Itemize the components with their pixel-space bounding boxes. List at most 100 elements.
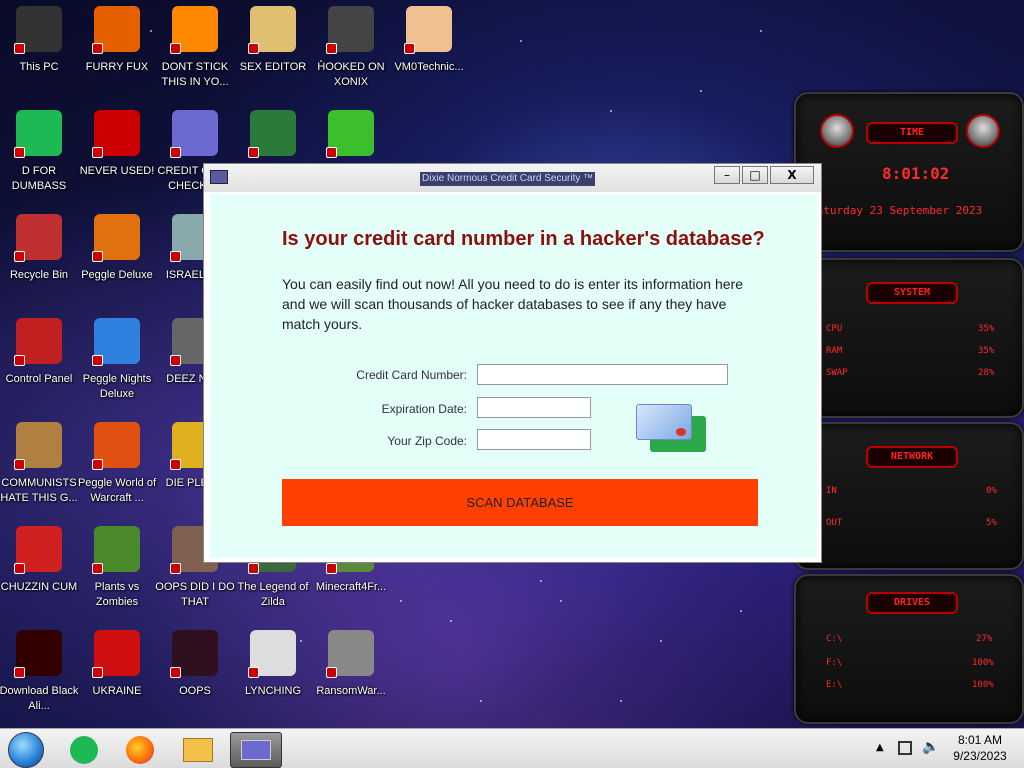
desktop-icon[interactable]: HOOKED ON XONIX [312, 6, 390, 106]
desktop-icon-label: Plants vs Zombies [94, 581, 140, 608]
desktop-icon[interactable]: Peggle World of Warcraft ... [78, 422, 156, 522]
shortcut-arrow-icon [170, 43, 181, 54]
taskbar-file-explorer[interactable] [172, 732, 224, 768]
card-number-input[interactable] [477, 364, 728, 385]
system-widget: SYSTEM CPU 35% RAM 35% SWAP 28% [794, 258, 1024, 418]
expiration-date-input[interactable] [477, 397, 591, 418]
dialog-title: Dixie Normous Credit Card Security ™ [420, 172, 596, 186]
show-hidden-icons-icon[interactable]: ▲ [876, 742, 884, 753]
xonix-game-icon [326, 6, 374, 54]
chuzzle-icon [14, 526, 62, 574]
cpu-label: CPU [826, 324, 843, 334]
desktop-icon-label: OOPS [179, 685, 211, 697]
dialog-heading: Is your credit card number in a hacker's… [282, 228, 765, 250]
d-app-icon [14, 110, 62, 158]
desktop-icon[interactable]: RansomWar... [312, 630, 390, 730]
desktop-icon[interactable]: Peggle Nights Deluxe [78, 318, 156, 418]
firefox-icon [92, 6, 140, 54]
shortcut-arrow-icon [14, 355, 25, 366]
desktop-icon[interactable]: DONT STICK THIS IN YO... [156, 6, 234, 106]
desktop-icon[interactable]: Recycle Bin [0, 214, 78, 314]
taskbar-clock-date[interactable]: 9/23/2023 [948, 749, 1012, 763]
time-widget-title: TIME [866, 122, 958, 144]
peggle-icon [92, 214, 140, 262]
shortcut-arrow-icon [14, 147, 25, 158]
desktop-icon[interactable]: Peggle Deluxe [78, 214, 156, 314]
net-in-value: 0% [986, 486, 997, 496]
volume-icon[interactable]: 🔈 [922, 739, 939, 755]
credit-card-icon [241, 740, 271, 760]
desktop-icon[interactable]: COMMUNISTS HATE THIS G... [0, 422, 78, 522]
desktop-icon-label: Control Panel [5, 373, 73, 385]
desktop-icon-label: RansomWar... [316, 685, 386, 697]
shortcut-arrow-icon [14, 251, 25, 262]
black-alien-icon [14, 630, 62, 678]
desktop-icon[interactable]: UKRAINE [78, 630, 156, 730]
desktop-icon[interactable]: D FOR DUMBASS [0, 110, 78, 210]
ram-label: RAM [826, 346, 843, 356]
drive-c-value: 27% [976, 634, 993, 644]
star [740, 610, 742, 612]
shortcut-arrow-icon [92, 43, 103, 54]
pc-icon [14, 6, 62, 54]
desktop-icon-label: Minecraft4Fr... [315, 581, 387, 593]
date-readout: Saturday 23 September 2023 [810, 204, 983, 217]
desktop-icon-label: Peggle Nights Deluxe [82, 373, 152, 400]
shortcut-arrow-icon [326, 667, 337, 678]
alien-head-icon [966, 114, 1000, 148]
desktop-icon-label: Peggle World of Warcraft ... [77, 477, 157, 504]
close-button[interactable]: X [770, 166, 814, 184]
doctor-icon [404, 6, 452, 54]
desktop-icon[interactable]: CHUZZIN CUM [0, 526, 78, 626]
skull-icon [326, 630, 374, 678]
system-widget-title: SYSTEM [866, 282, 958, 304]
dialog-content: Is your credit card number in a hacker's… [210, 194, 817, 558]
minimize-button[interactable]: – [714, 166, 740, 184]
shortcut-arrow-icon [92, 563, 103, 574]
swap-value: 28% [978, 368, 995, 378]
expiration-date-label: Expiration Date: [381, 402, 467, 416]
star [400, 600, 402, 602]
credit-card-icon [170, 110, 218, 158]
noose-icon [248, 630, 296, 678]
shortcut-arrow-icon [248, 43, 259, 54]
drive-f-value: 100% [972, 658, 994, 668]
taskbar-firefox[interactable] [114, 732, 166, 768]
shortcut-arrow-icon [404, 43, 415, 54]
desktop-icon[interactable]: SEX EDITOR [234, 6, 312, 106]
desktop-icon[interactable]: This PC [0, 6, 78, 106]
hxd-editor-icon [248, 6, 296, 54]
desktop-icon-label: VM0Technic... [394, 61, 464, 73]
santa-icon [248, 110, 296, 158]
shortcut-arrow-icon [326, 563, 337, 574]
star [540, 580, 542, 582]
zip-code-input[interactable] [477, 429, 591, 450]
shortcut-arrow-icon [14, 563, 25, 574]
taskbar-d-app[interactable] [58, 732, 110, 768]
desktop-icon[interactable]: FURRY FUX [78, 6, 156, 106]
network-icon[interactable] [898, 741, 912, 755]
scan-database-button[interactable]: SCAN DATABASE [282, 479, 758, 526]
shortcut-arrow-icon [248, 563, 259, 574]
desktop-icon[interactable]: Control Panel [0, 318, 78, 418]
taskbar-clock-time[interactable]: 8:01 AM [948, 733, 1012, 747]
desktop-icon[interactable]: LYNCHING [234, 630, 312, 730]
desktop-icon-label: SEX EDITOR [239, 61, 307, 73]
start-button[interactable] [8, 732, 44, 768]
desktop-icon[interactable]: Plants vs Zombies [78, 526, 156, 626]
maximize-button[interactable]: □ [742, 166, 768, 184]
peggle-wow-icon [92, 422, 140, 470]
desktop-icon[interactable]: NEVER USED! [78, 110, 156, 210]
net-in-label: IN [826, 486, 837, 496]
dialog-titlebar[interactable]: Dixie Normous Credit Card Security ™ – □… [204, 164, 821, 192]
desktop-icon[interactable]: VM0Technic... [390, 6, 468, 106]
desktop-icon[interactable]: OOPS [156, 630, 234, 730]
desktop-icon[interactable]: Download Black Ali... [0, 630, 78, 730]
desktop-icon-label: UKRAINE [92, 685, 142, 697]
desktop-icon-label: OOPS DID I DO THAT [155, 581, 235, 608]
taskbar-credit-card-app[interactable] [230, 732, 282, 768]
desktop-icon-label: CHUZZIN CUM [0, 581, 78, 593]
shortcut-arrow-icon [248, 667, 259, 678]
shortcut-arrow-icon [170, 563, 181, 574]
drive-e-label: E:\ [826, 680, 843, 690]
